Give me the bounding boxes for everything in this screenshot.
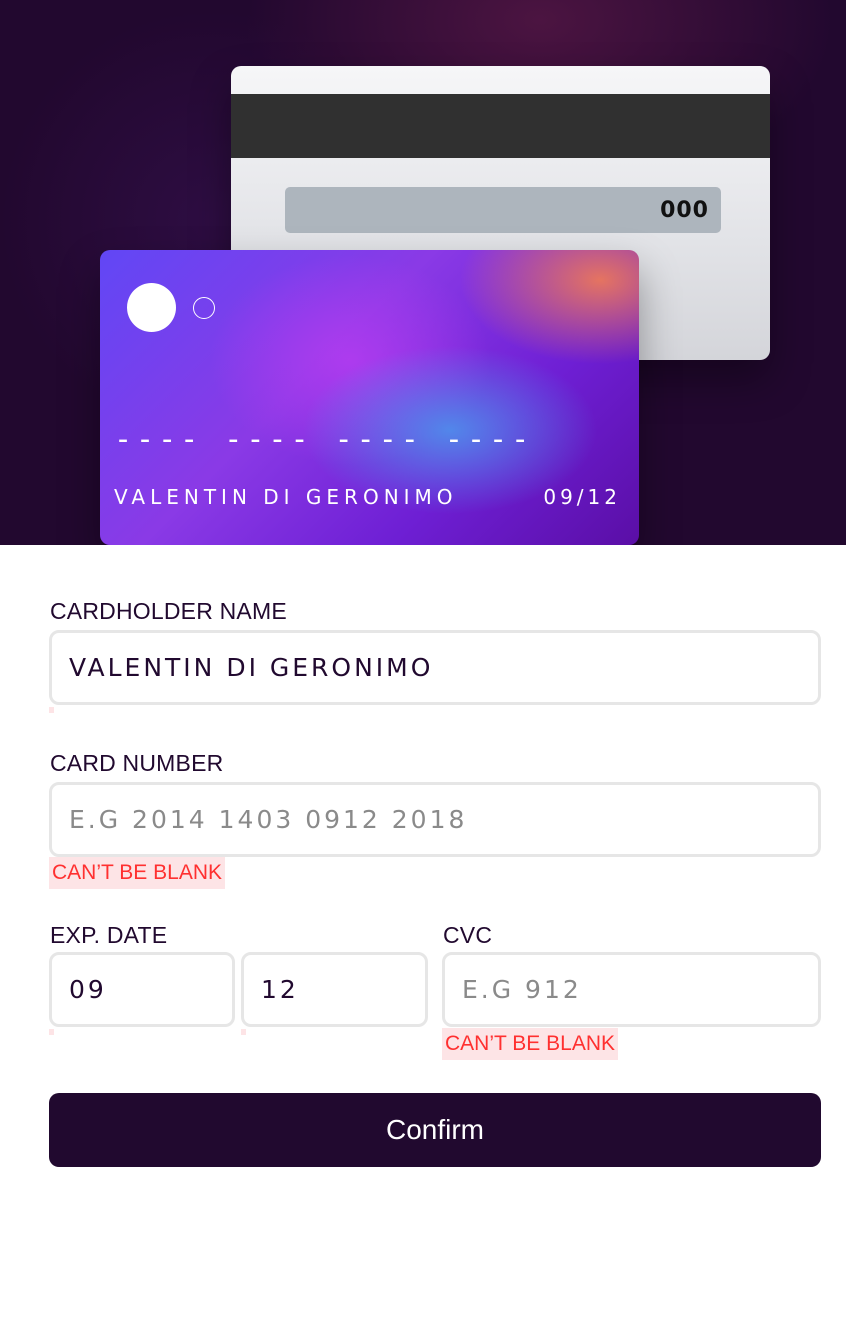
cardholder-name-input[interactable] bbox=[49, 630, 821, 705]
exp-month-error-marker bbox=[49, 1029, 54, 1035]
exp-year-input[interactable] bbox=[241, 952, 428, 1027]
cardholder-name-label: CARDHOLDER NAME bbox=[50, 598, 287, 624]
card-front-number: ---- ---- ---- ---- bbox=[114, 422, 534, 457]
card-details-form: CARDHOLDER NAME CARD NUMBER CAN’T BE BLA… bbox=[0, 545, 846, 1331]
card-back-cvc: 000 bbox=[285, 187, 721, 233]
card-front: ---- ---- ---- ---- VALENTIN DI GERONIMO… bbox=[100, 250, 639, 545]
cvc-error: CAN’T BE BLANK bbox=[442, 1028, 618, 1060]
cvc-label: CVC bbox=[443, 922, 493, 948]
confirm-button[interactable]: Confirm bbox=[49, 1093, 821, 1167]
card-front-expiry: 09/12 bbox=[543, 485, 621, 509]
card-number-input[interactable] bbox=[49, 782, 821, 857]
exp-month-input[interactable] bbox=[49, 952, 235, 1027]
card-front-holder: VALENTIN DI GERONIMO bbox=[114, 485, 458, 509]
card-number-label: CARD NUMBER bbox=[50, 750, 224, 776]
card-logo-circle-filled-icon bbox=[127, 283, 176, 332]
card-preview-panel: 000 ---- ---- ---- ---- VALENTIN DI GERO… bbox=[0, 0, 846, 545]
cardholder-error-marker bbox=[49, 707, 54, 713]
cvc-input[interactable] bbox=[442, 952, 821, 1027]
card-number-error: CAN’T BE BLANK bbox=[49, 857, 225, 889]
card-logo-circle-outline-icon bbox=[193, 297, 215, 319]
exp-date-label: EXP. DATE bbox=[50, 922, 168, 948]
exp-year-error-marker bbox=[241, 1029, 246, 1035]
magnetic-stripe bbox=[231, 94, 770, 158]
